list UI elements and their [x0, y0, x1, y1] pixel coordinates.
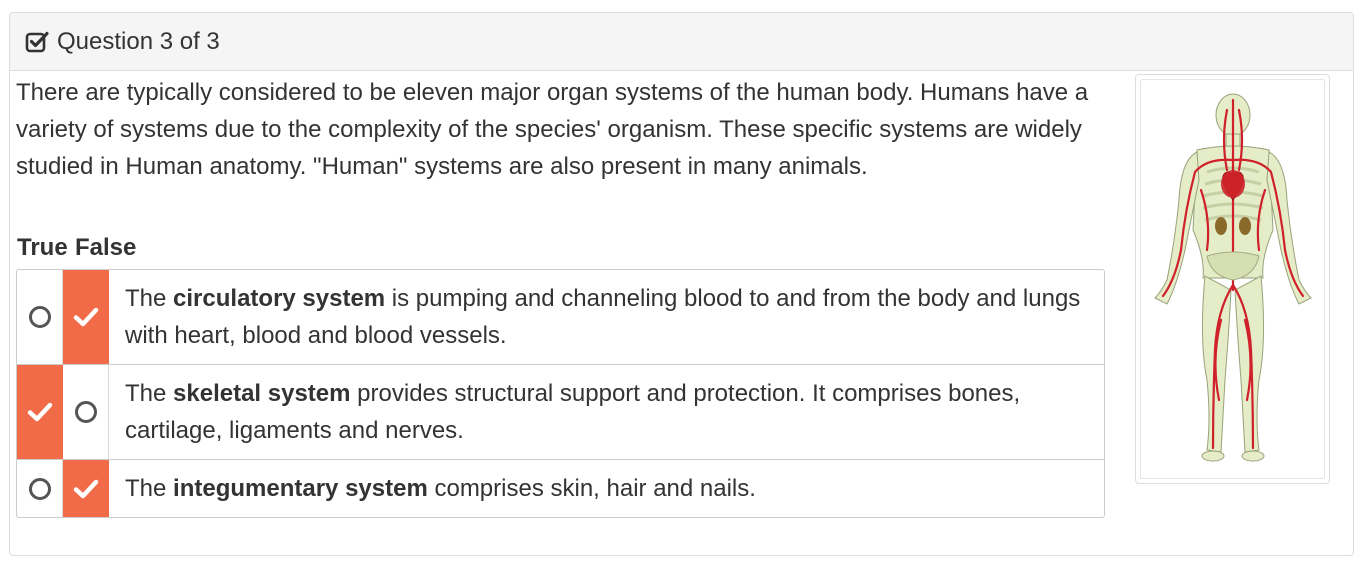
thumbnail-frame: [1140, 79, 1325, 479]
panel-heading: Question 3 of 3: [10, 13, 1353, 71]
true-false-header: True False: [17, 234, 136, 262]
radio-icon: [28, 477, 51, 500]
false-option[interactable]: [63, 365, 109, 459]
statement-row: The integumentary system comprises skin,…: [17, 460, 1104, 517]
statement-prefix: The: [125, 380, 174, 407]
check-icon: [73, 307, 98, 327]
circulatory-system-illustration: [1154, 93, 1312, 462]
radio-icon: [74, 401, 97, 423]
statement-row: The circulatory system is pumping and ch…: [17, 270, 1104, 365]
statement-text: The skeletal system provides structural …: [109, 365, 1104, 459]
statement-prefix: The: [125, 475, 174, 502]
true-option[interactable]: [17, 365, 63, 459]
statement-suffix: comprises skin, hair and nails.: [427, 475, 756, 502]
false-option[interactable]: [63, 270, 109, 364]
check-icon: [27, 402, 52, 422]
statement-prefix: The: [125, 285, 174, 312]
check-icon: [73, 479, 98, 498]
true-column-label: True: [17, 234, 68, 261]
statements-table: The circulatory system is pumping and ch…: [16, 269, 1105, 518]
radio-icon: [28, 306, 51, 328]
statement-text: The integumentary system comprises skin,…: [109, 460, 1104, 517]
true-option[interactable]: [17, 270, 63, 364]
false-option[interactable]: [63, 460, 109, 517]
checkbox-checked-icon: [25, 30, 49, 54]
question-counter: Question 3 of 3: [57, 27, 220, 55]
statement-term: integumentary system: [173, 475, 428, 502]
statement-term: circulatory system: [173, 285, 386, 312]
anatomy-thumbnail[interactable]: [1135, 74, 1330, 484]
question-intro: There are typically considered to be ele…: [16, 79, 1089, 180]
statement-text: The circulatory system is pumping and ch…: [109, 270, 1104, 364]
false-column-label: False: [75, 234, 137, 261]
true-option[interactable]: [17, 460, 63, 517]
statement-term: skeletal system: [173, 380, 351, 407]
statement-row: The skeletal system provides structural …: [17, 365, 1104, 460]
